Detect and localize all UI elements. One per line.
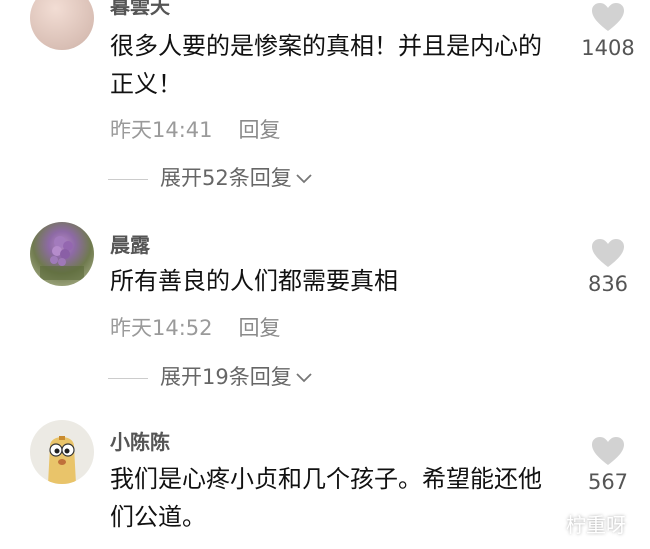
comment-meta: 昨天14:41 回复 <box>110 114 281 144</box>
chevron-down-icon <box>296 373 312 383</box>
expand-replies-label: 展开19条回复 <box>160 365 292 389</box>
divider <box>108 377 148 379</box>
reply-button[interactable]: 回复 <box>239 316 281 340</box>
expand-replies-button[interactable]: 展开19条回复 <box>108 361 312 391</box>
avatar[interactable] <box>30 420 94 484</box>
comment-text: 所有善良的人们都需要真相 <box>110 267 398 295</box>
like-count: 1408 <box>581 36 635 60</box>
like-button[interactable]: 1408 <box>578 2 638 60</box>
avatar[interactable] <box>30 0 94 50</box>
timestamp: 昨天14:52 <box>110 316 213 340</box>
like-count: 836 <box>587 272 629 296</box>
divider <box>108 178 148 180</box>
comment-text: 我们是心疼小贞和几个孩子。希望能还他们公道。 <box>110 465 542 531</box>
comment-text: 很多人要的是惨案的真相！并且是内心的正义！ <box>110 32 542 98</box>
heart-icon <box>592 437 624 465</box>
avatar[interactable] <box>30 222 94 286</box>
flower-icon <box>40 236 84 280</box>
username[interactable]: 晨露 <box>110 229 150 258</box>
cartoon-avatar-icon <box>48 436 76 484</box>
username[interactable]: 小陈陈 <box>110 426 170 455</box>
expand-replies-label: 展开52条回复 <box>160 166 292 190</box>
like-count: 567 <box>587 470 629 494</box>
watermark: 柠重呀 <box>566 513 626 537</box>
reply-button[interactable]: 回复 <box>239 118 281 142</box>
heart-icon <box>592 3 624 31</box>
like-button[interactable]: 567 <box>578 436 638 494</box>
timestamp: 昨天14:41 <box>110 118 213 142</box>
expand-replies-button[interactable]: 展开52条回复 <box>108 162 312 192</box>
chevron-down-icon <box>296 174 312 184</box>
heart-icon <box>592 239 624 267</box>
username[interactable]: 暮雲天 <box>110 0 170 19</box>
comment-meta: 昨天14:52 回复 <box>110 312 281 342</box>
like-button[interactable]: 836 <box>578 238 638 296</box>
